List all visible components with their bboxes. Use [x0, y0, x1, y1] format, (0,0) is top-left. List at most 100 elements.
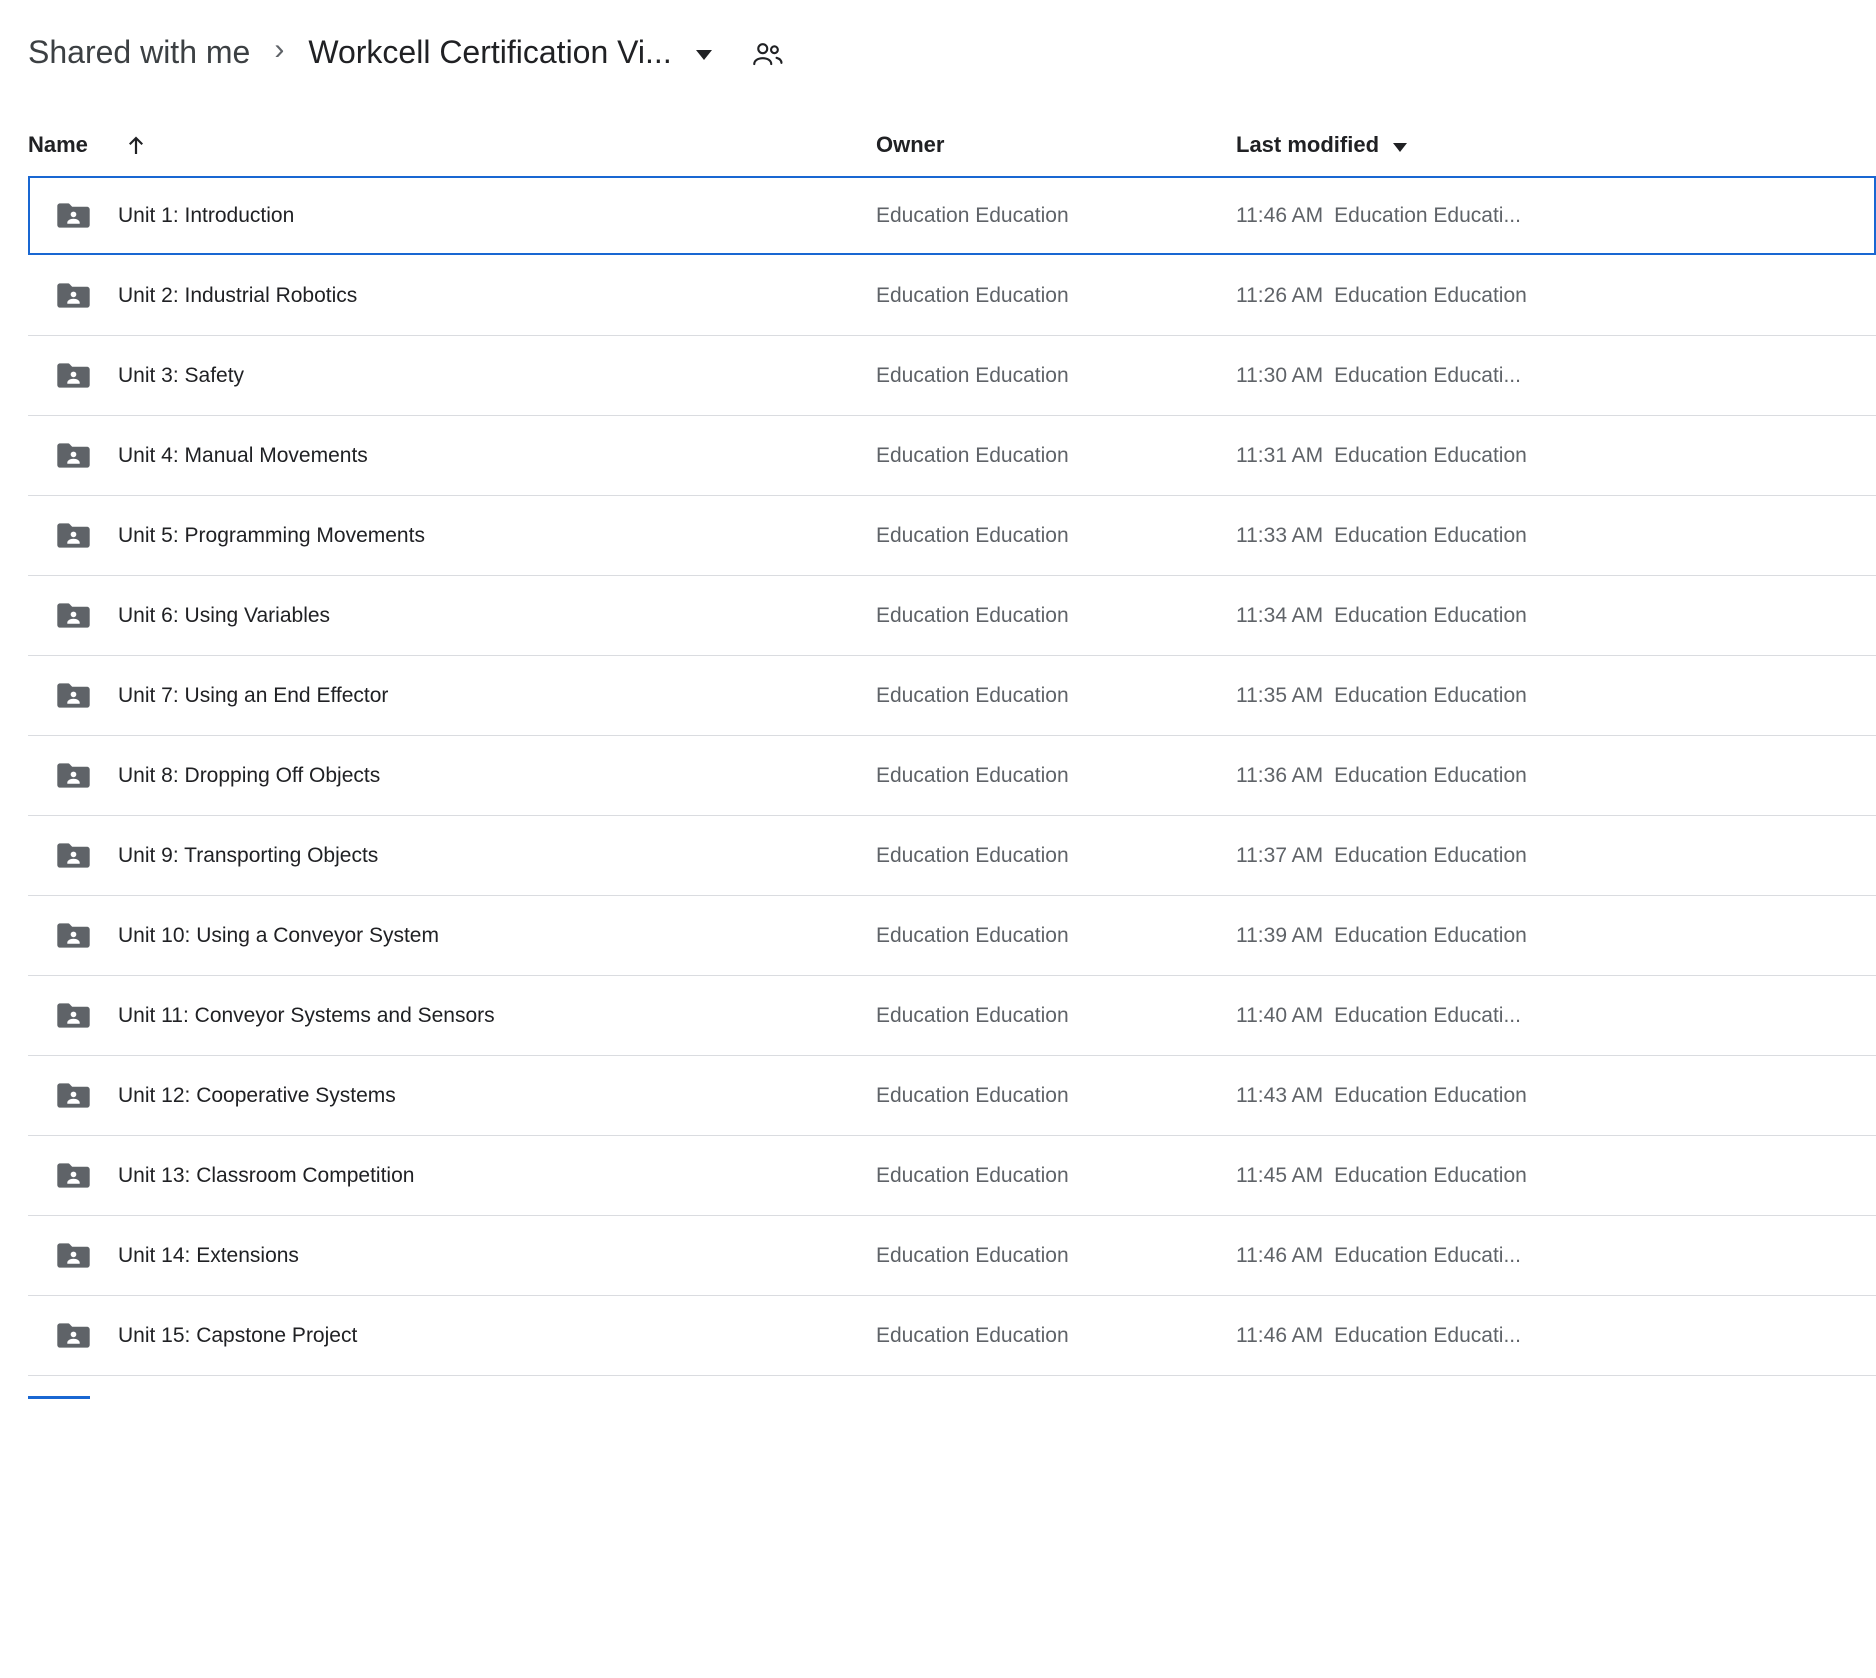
modified-time: 11:26 AM [1236, 284, 1323, 308]
file-row[interactable]: Unit 5: Programming Movements Education … [28, 496, 1876, 576]
sort-descending-icon [1393, 139, 1407, 152]
file-row[interactable]: Unit 8: Dropping Off Objects Education E… [28, 736, 1876, 816]
modified-by: Education Educati... [1334, 1324, 1521, 1348]
file-last-modified: 11:26 AM Education Education [1236, 284, 1876, 308]
modified-time: 11:36 AM [1236, 764, 1323, 788]
file-name: Unit 3: Safety [118, 364, 244, 388]
table-header: Name Owner Last modified [28, 114, 1876, 176]
file-owner: Education Education [876, 364, 1236, 388]
file-name: Unit 4: Manual Movements [118, 444, 368, 468]
file-row[interactable]: Unit 14: Extensions Education Education … [28, 1216, 1876, 1296]
modified-by: Education Educati... [1334, 1244, 1521, 1268]
shared-folder-icon [57, 1322, 90, 1349]
modified-time: 11:43 AM [1236, 1084, 1323, 1108]
file-row[interactable]: Unit 12: Cooperative Systems Education E… [28, 1056, 1876, 1136]
file-owner: Education Education [876, 1004, 1236, 1028]
file-name-cell: Unit 1: Introduction [28, 202, 876, 229]
file-name: Unit 5: Programming Movements [118, 524, 425, 548]
modified-time: 11:46 AM [1236, 204, 1323, 228]
modified-by: Education Education [1334, 604, 1527, 628]
file-row[interactable]: Unit 10: Using a Conveyor System Educati… [28, 896, 1876, 976]
shared-folder-icon [57, 442, 90, 469]
file-owner: Education Education [876, 844, 1236, 868]
file-last-modified: 11:43 AM Education Education [1236, 1084, 1876, 1108]
modified-time: 11:46 AM [1236, 1324, 1323, 1348]
file-name-cell: Unit 10: Using a Conveyor System [28, 922, 876, 949]
file-owner: Education Education [876, 924, 1236, 948]
file-name: Unit 12: Cooperative Systems [118, 1084, 396, 1108]
file-name: Unit 9: Transporting Objects [118, 844, 378, 868]
column-header-owner[interactable]: Owner [876, 132, 1236, 158]
modified-by: Education Educati... [1334, 364, 1521, 388]
file-row[interactable]: Unit 1: Introduction Education Education… [28, 176, 1876, 256]
file-owner: Education Education [876, 284, 1236, 308]
file-row[interactable]: Unit 13: Classroom Competition Education… [28, 1136, 1876, 1216]
file-row[interactable]: Unit 2: Industrial Robotics Education Ed… [28, 256, 1876, 336]
file-name: Unit 1: Introduction [118, 204, 294, 228]
modified-time: 11:37 AM [1236, 844, 1323, 868]
file-last-modified: 11:31 AM Education Education [1236, 444, 1876, 468]
modified-time: 11:31 AM [1236, 444, 1323, 468]
file-row[interactable]: Unit 3: Safety Education Education 11:30… [28, 336, 1876, 416]
file-last-modified: 11:35 AM Education Education [1236, 684, 1876, 708]
file-owner: Education Education [876, 1164, 1236, 1188]
breadcrumb-shared-with-me[interactable]: Shared with me [28, 28, 250, 76]
file-row[interactable]: Unit 9: Transporting Objects Education E… [28, 816, 1876, 896]
shared-people-icon [750, 36, 784, 68]
modified-time: 11:34 AM [1236, 604, 1323, 628]
file-name: Unit 2: Industrial Robotics [118, 284, 357, 308]
file-name-cell: Unit 5: Programming Movements [28, 522, 876, 549]
modified-by: Education Educati... [1334, 204, 1521, 228]
breadcrumb: Shared with me › Workcell Certification … [0, 0, 1876, 78]
file-owner: Education Education [876, 1244, 1236, 1268]
column-header-last-modified[interactable]: Last modified [1236, 132, 1876, 158]
modified-by: Education Education [1334, 524, 1527, 548]
modified-time: 11:45 AM [1236, 1164, 1323, 1188]
file-last-modified: 11:33 AM Education Education [1236, 524, 1876, 548]
file-last-modified: 11:45 AM Education Education [1236, 1164, 1876, 1188]
file-name-cell: Unit 11: Conveyor Systems and Sensors [28, 1002, 876, 1029]
file-name: Unit 13: Classroom Competition [118, 1164, 414, 1188]
shared-folder-icon [57, 522, 90, 549]
file-name-cell: Unit 9: Transporting Objects [28, 842, 876, 869]
file-last-modified: 11:34 AM Education Education [1236, 604, 1876, 628]
file-owner: Education Education [876, 444, 1236, 468]
file-last-modified: 11:46 AM Education Educati... [1236, 1244, 1876, 1268]
column-header-name-label: Name [28, 132, 88, 158]
partial-selection-indicator [28, 1396, 90, 1399]
modified-by: Education Education [1334, 284, 1527, 308]
folder-menu-dropdown[interactable] [696, 39, 712, 65]
shared-folder-icon [57, 1082, 90, 1109]
breadcrumb-current-folder[interactable]: Workcell Certification Vi... [308, 28, 671, 76]
modified-by: Education Education [1334, 764, 1527, 788]
file-name-cell: Unit 15: Capstone Project [28, 1322, 876, 1349]
modified-by: Education Education [1334, 444, 1527, 468]
column-header-name[interactable]: Name [28, 132, 876, 158]
shared-folder-icon [57, 842, 90, 869]
file-name-cell: Unit 14: Extensions [28, 1242, 876, 1269]
file-row[interactable]: Unit 4: Manual Movements Education Educa… [28, 416, 1876, 496]
modified-by: Education Education [1334, 684, 1527, 708]
file-owner: Education Education [876, 1324, 1236, 1348]
file-name-cell: Unit 7: Using an End Effector [28, 682, 876, 709]
file-row[interactable]: Unit 6: Using Variables Education Educat… [28, 576, 1876, 656]
file-last-modified: 11:37 AM Education Education [1236, 844, 1876, 868]
file-name-cell: Unit 4: Manual Movements [28, 442, 876, 469]
shared-folder-icon [57, 682, 90, 709]
file-owner: Education Education [876, 764, 1236, 788]
modified-time: 11:46 AM [1236, 1244, 1323, 1268]
file-owner: Education Education [876, 524, 1236, 548]
file-row[interactable]: Unit 11: Conveyor Systems and Sensors Ed… [28, 976, 1876, 1056]
file-owner: Education Education [876, 204, 1236, 228]
file-name: Unit 7: Using an End Effector [118, 684, 388, 708]
file-name-cell: Unit 13: Classroom Competition [28, 1162, 876, 1189]
file-last-modified: 11:40 AM Education Educati... [1236, 1004, 1876, 1028]
file-name-cell: Unit 2: Industrial Robotics [28, 282, 876, 309]
file-last-modified: 11:30 AM Education Educati... [1236, 364, 1876, 388]
file-last-modified: 11:36 AM Education Education [1236, 764, 1876, 788]
modified-by: Education Educati... [1334, 1004, 1521, 1028]
modified-by: Education Education [1334, 1164, 1527, 1188]
file-row[interactable]: Unit 15: Capstone Project Education Educ… [28, 1296, 1876, 1376]
modified-time: 11:35 AM [1236, 684, 1323, 708]
file-row[interactable]: Unit 7: Using an End Effector Education … [28, 656, 1876, 736]
